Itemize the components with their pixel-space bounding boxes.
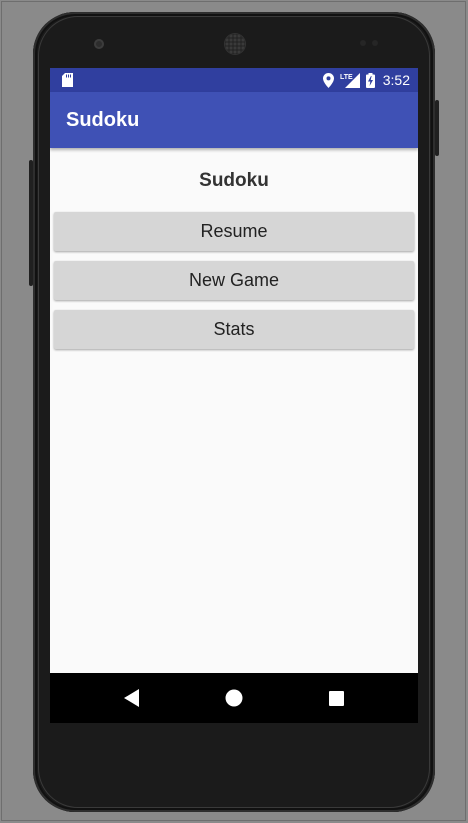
recents-icon <box>328 690 344 706</box>
home-button[interactable] <box>204 673 264 723</box>
phone-power-button <box>435 100 439 156</box>
sensor-dot-icon <box>372 40 378 46</box>
app-title: Sudoku <box>66 109 140 131</box>
sensor-dot-icon <box>360 40 366 46</box>
battery-charging-icon <box>365 72 375 88</box>
resume-button[interactable]: Resume <box>54 212 414 251</box>
home-icon <box>225 689 243 707</box>
recents-button[interactable] <box>306 673 366 723</box>
speaker-grille-icon <box>225 34 245 54</box>
new-game-button[interactable]: New Game <box>54 261 414 300</box>
back-icon <box>124 689 139 707</box>
navigation-bar <box>50 673 418 723</box>
status-bar: LTE 3:52 <box>50 68 418 92</box>
lte-signal-icon: LTE <box>340 73 360 88</box>
page-title: Sudoku <box>199 170 269 191</box>
front-camera-icon <box>94 39 104 49</box>
app-bar: Sudoku <box>50 92 418 148</box>
back-button[interactable] <box>102 673 162 723</box>
device-screen: LTE 3:52 Sudoku Sudoku Resume New Game S… <box>50 68 418 723</box>
status-icons: LTE 3:52 <box>322 68 410 92</box>
location-pin-icon <box>322 72 334 88</box>
sd-card-icon <box>62 73 73 87</box>
network-label: LTE <box>340 74 353 81</box>
status-time: 3:52 <box>382 72 410 88</box>
stats-button[interactable]: Stats <box>54 310 414 349</box>
